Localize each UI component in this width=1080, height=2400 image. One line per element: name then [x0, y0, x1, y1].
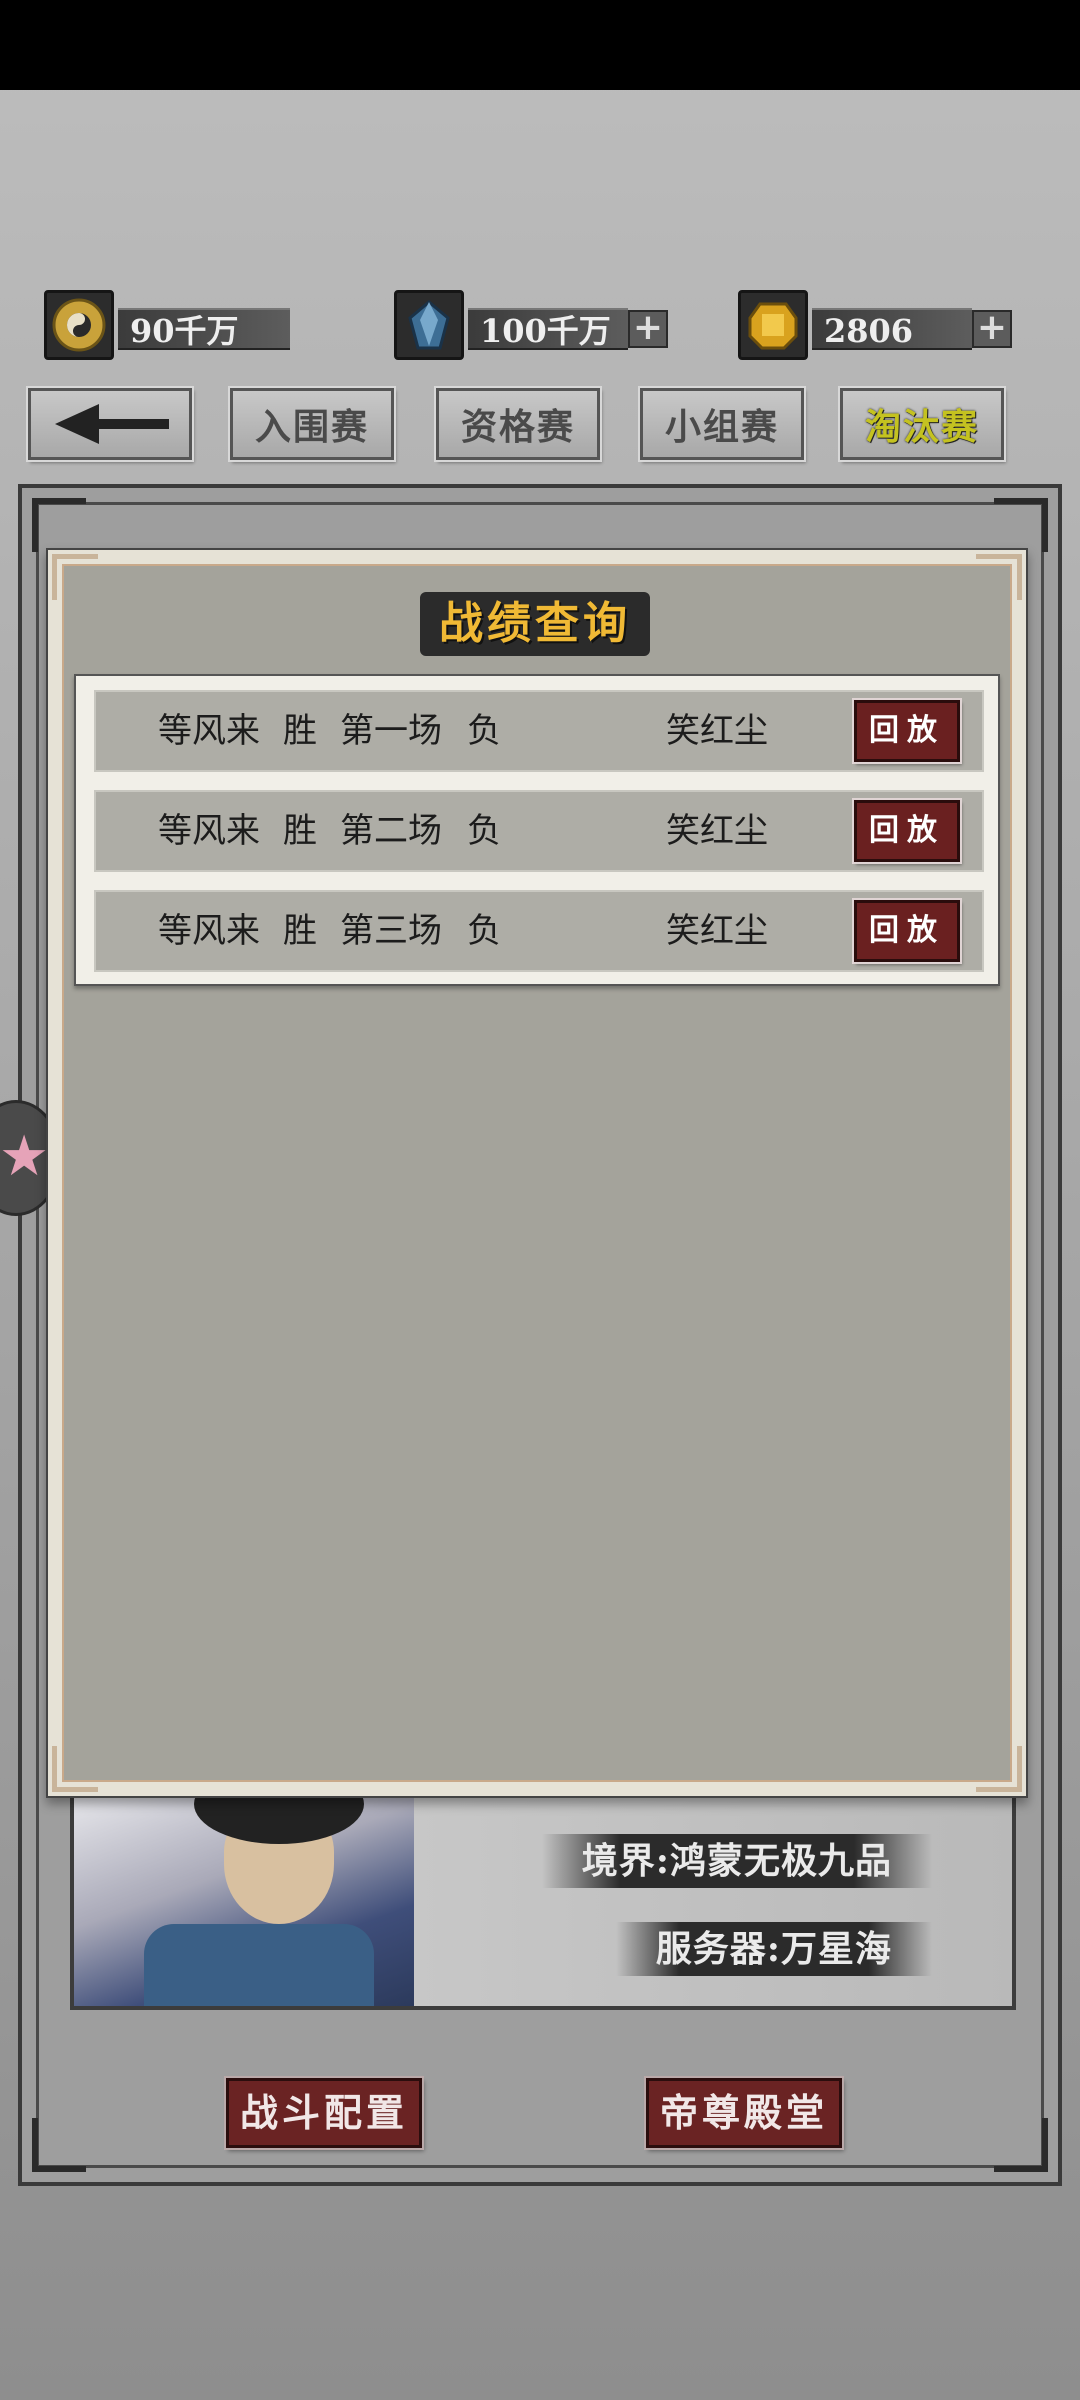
emperor-hall-button[interactable]: 帝尊殿堂	[644, 2076, 844, 2150]
corner-ornament	[52, 554, 98, 600]
currency-gem: 2806 +	[738, 290, 1018, 360]
crystal-value: 100千万	[468, 308, 628, 350]
right-result: 负	[467, 811, 501, 851]
corner-ornament	[976, 1746, 1022, 1792]
round-label: 第二场	[340, 811, 442, 851]
records-list: 等风来 胜 第一场 负 笑红尘 回放 等风来 胜 第二场 负 笑红尘 回放 等风…	[74, 674, 1000, 986]
hero-server: 服务器:万星海	[615, 1922, 932, 1976]
player-left: 等风来	[158, 911, 260, 951]
replay-button[interactable]: 回放	[852, 798, 962, 864]
back-button[interactable]	[26, 386, 194, 462]
gem-value: 2806	[812, 308, 972, 350]
battle-record-modal: 战绩查询 等风来 胜 第一场 负 笑红尘 回放 等风来 胜 第二场 负 笑红尘 …	[46, 548, 1028, 1798]
hero-portrait	[74, 1794, 414, 2006]
left-result: 胜	[283, 911, 317, 951]
player-right: 笑红尘	[666, 711, 768, 751]
currency-crystal: 100千万 +	[394, 290, 674, 360]
corner-ornament	[52, 1746, 98, 1792]
player-left: 等风来	[158, 811, 260, 851]
left-result: 胜	[283, 811, 317, 851]
battle-config-button[interactable]: 战斗配置	[224, 2076, 424, 2150]
player-right: 笑红尘	[666, 911, 768, 951]
currency-coins: 90千万	[44, 290, 290, 360]
gold-gem-icon	[738, 290, 808, 360]
back-arrow-icon	[55, 404, 169, 444]
corner-ornament	[32, 2118, 86, 2172]
taiji-coin-icon	[44, 290, 114, 360]
status-bar	[0, 0, 1080, 90]
replay-button[interactable]: 回放	[852, 698, 962, 764]
corner-ornament	[976, 554, 1022, 600]
record-row: 等风来 胜 第一场 负 笑红尘 回放	[94, 690, 984, 772]
right-result: 负	[467, 911, 501, 951]
record-row: 等风来 胜 第二场 负 笑红尘 回放	[94, 790, 984, 872]
left-result: 胜	[283, 711, 317, 751]
round-label: 第一场	[340, 711, 442, 751]
corner-ornament	[994, 2118, 1048, 2172]
tab-knockout[interactable]: 淘汰赛	[838, 386, 1006, 462]
add-crystal-button[interactable]: +	[628, 310, 668, 348]
add-gem-button[interactable]: +	[972, 310, 1012, 348]
tab-group-stage[interactable]: 小组赛	[638, 386, 806, 462]
tab-entry-round[interactable]: 入围赛	[228, 386, 396, 462]
round-label: 第三场	[340, 911, 442, 951]
hero-realm: 境界:鸿蒙无极九品	[541, 1834, 932, 1888]
replay-button[interactable]: 回放	[852, 898, 962, 964]
record-row: 等风来 胜 第三场 负 笑红尘 回放	[94, 890, 984, 972]
right-result: 负	[467, 711, 501, 751]
player-left: 等风来	[158, 711, 260, 751]
hero-info-panel: 境界:鸿蒙无极九品 服务器:万星海	[70, 1790, 1016, 2010]
modal-title: 战绩查询	[420, 592, 650, 656]
coins-value: 90千万	[118, 308, 290, 350]
star-icon: ★	[0, 1124, 50, 1189]
corner-ornament	[994, 498, 1048, 552]
tab-qualifier[interactable]: 资格赛	[434, 386, 602, 462]
blue-crystal-icon	[394, 290, 464, 360]
player-right: 笑红尘	[666, 811, 768, 851]
corner-ornament	[32, 498, 86, 552]
